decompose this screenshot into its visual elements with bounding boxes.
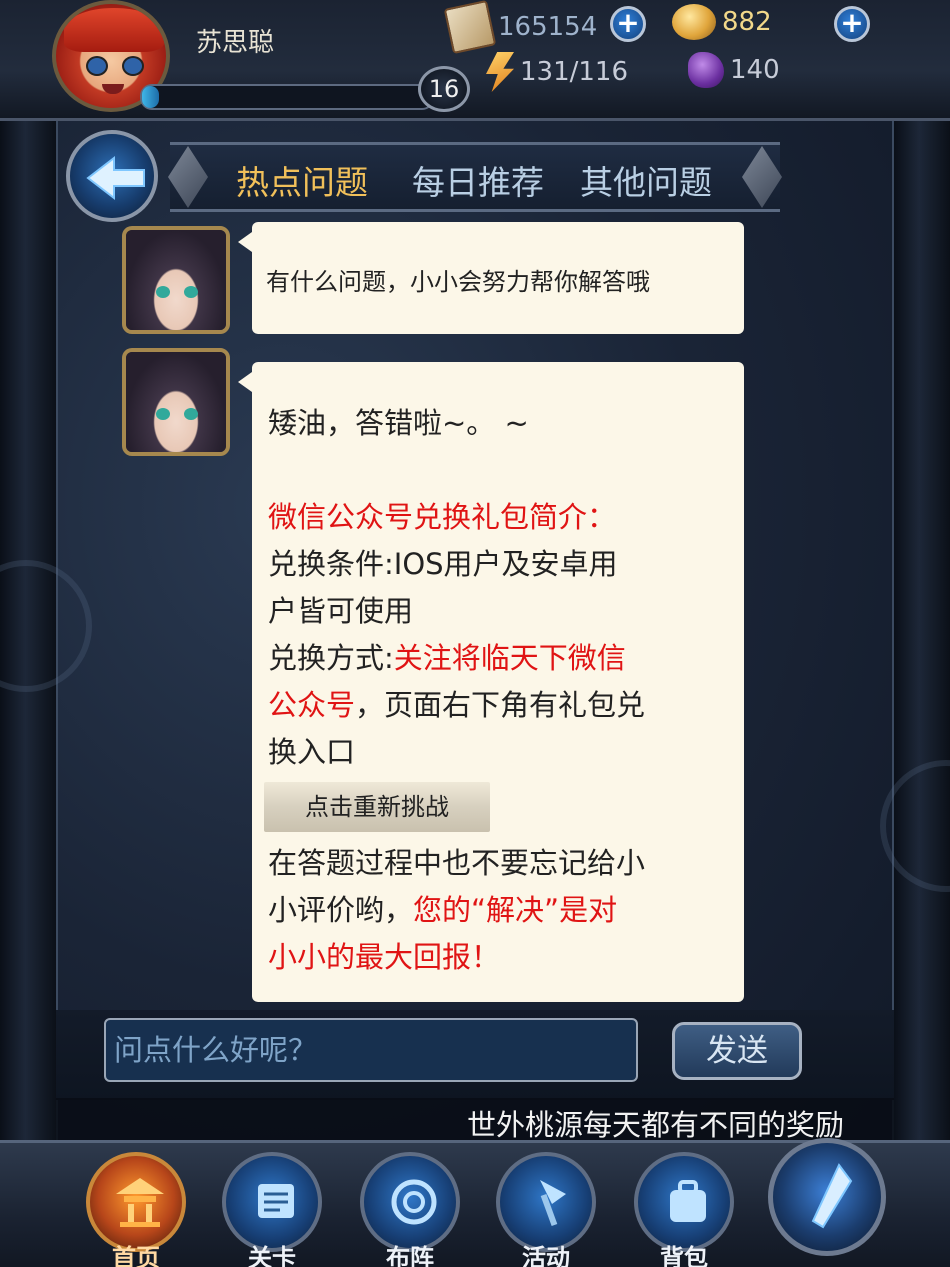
card-count: 165154: [498, 12, 598, 42]
npc-avatar: [122, 226, 230, 334]
method-line: 换入口: [268, 735, 356, 769]
nav-formation-button[interactable]: 布阵: [360, 1152, 460, 1267]
method-highlight: 公众号: [268, 688, 356, 722]
nav-event-label: 活动: [522, 1244, 570, 1267]
rating-highlight: 您的“解决”是对: [413, 893, 618, 927]
rating-line: 小评价哟，您的“解决”是对: [268, 887, 728, 934]
player-name: 苏思聪: [196, 28, 275, 58]
purple-gem-icon: [688, 52, 724, 88]
npc-eye: [184, 408, 198, 420]
npc-eye: [156, 408, 170, 420]
exp-bar: [140, 84, 434, 110]
npc-portrait: [126, 230, 226, 330]
game-screen: 苏思聪 16 165154 + 882 + 131/116 140 热点问题 每…: [0, 0, 950, 1267]
nav-stage-button[interactable]: 关卡: [222, 1152, 322, 1267]
swirl-icon: [391, 1179, 437, 1225]
back-button[interactable]: [66, 130, 158, 222]
npc-avatar: [122, 348, 230, 456]
bag-icon: [670, 1180, 706, 1222]
avatar-eye: [86, 56, 108, 76]
frame-ornament: [0, 560, 92, 692]
pavilion-icon: [116, 1178, 164, 1227]
nav-bag-button[interactable]: 背包: [634, 1152, 734, 1267]
avatar-eye: [122, 56, 144, 76]
condition-line: 兑换条件:IOS用户及安卓用: [268, 547, 618, 581]
avatar-hair: [64, 8, 164, 52]
chat-bubble-greeting: 有什么问题，小小会努力帮你解答哦: [238, 222, 744, 334]
energy-resource: 131/116: [486, 52, 628, 92]
npc-eye: [184, 286, 198, 298]
rating-line: 在答题过程中也不要忘记给小: [268, 846, 646, 880]
gold-resource: 882: [672, 4, 772, 40]
nav-stage-label: 关卡: [248, 1244, 296, 1267]
gold-ingot-icon: [672, 4, 716, 40]
npc-portrait: [126, 352, 226, 452]
axe-icon: [540, 1180, 566, 1227]
nav-bag-label: 背包: [660, 1244, 708, 1267]
nav-quill-button[interactable]: [768, 1138, 886, 1256]
gem-count: 140: [730, 55, 780, 85]
frame-ornament: [880, 760, 950, 892]
rating-highlight: 小小的最大回报！: [268, 940, 501, 974]
method-highlight: 关注将临天下微信: [393, 641, 626, 675]
gold-count: 882: [722, 7, 772, 37]
add-gold-button[interactable]: +: [834, 6, 870, 42]
nav-home-button[interactable]: 首页: [86, 1152, 186, 1267]
gift-heading: 微信公众号兑换礼包简介：: [268, 500, 617, 534]
tab-daily-recommend[interactable]: 每日推荐: [412, 156, 544, 204]
retry-challenge-button[interactable]: 点击重新挑战: [264, 782, 490, 832]
announcement-text: 世外桃源每天都有不同的奖励: [466, 1108, 844, 1142]
greeting-text: 有什么问题，小小会努力帮你解答哦: [266, 268, 650, 296]
nav-formation-label: 布阵: [386, 1244, 434, 1267]
exp-bar-fill: [142, 86, 160, 108]
card-icon: [443, 0, 497, 55]
method-label: 兑换方式:: [268, 641, 394, 675]
card-resource: 165154: [443, 0, 598, 55]
lightning-icon: [486, 52, 514, 92]
tab-other-questions[interactable]: 其他问题: [580, 156, 712, 204]
method-line: 兑换方式:关注将临天下微信: [268, 635, 728, 682]
question-input[interactable]: [104, 1018, 638, 1082]
add-cards-button[interactable]: +: [610, 6, 646, 42]
nav-event-button[interactable]: 活动: [496, 1152, 596, 1267]
chat-bubble-answer: 矮油，答错啦~。 ~ 微信公众号兑换礼包简介： 兑换条件:IOS用户及安卓用 户…: [238, 362, 744, 1002]
announcement-marquee: 世外桃源每天都有不同的奖励: [56, 1098, 894, 1146]
top-status-bar: 苏思聪 16 165154 + 882 + 131/116 140: [0, 0, 950, 121]
rating-text: 小评价哟，: [268, 893, 414, 927]
tab-hot-questions[interactable]: 热点问题: [236, 156, 368, 204]
send-button[interactable]: 发送: [672, 1022, 802, 1080]
quill-icon: [811, 1163, 853, 1229]
condition-line: 户皆可使用: [268, 594, 414, 628]
method-text: ，页面右下角有礼包兑: [355, 688, 646, 722]
back-arrow-icon: [86, 155, 145, 201]
right-frame: [892, 0, 950, 1267]
avatar-mouth: [102, 84, 124, 94]
method-line: 公众号，页面右下角有礼包兑: [268, 682, 728, 729]
energy-count: 131/116: [520, 57, 629, 87]
scroll-map-icon: [258, 1184, 294, 1218]
npc-eye: [156, 286, 170, 298]
answer-intro: 矮油，答错啦~。 ~: [268, 406, 529, 440]
nav-home-label: 首页: [112, 1244, 160, 1267]
level-badge: 16: [418, 66, 470, 112]
gem-resource: 140: [688, 52, 780, 88]
